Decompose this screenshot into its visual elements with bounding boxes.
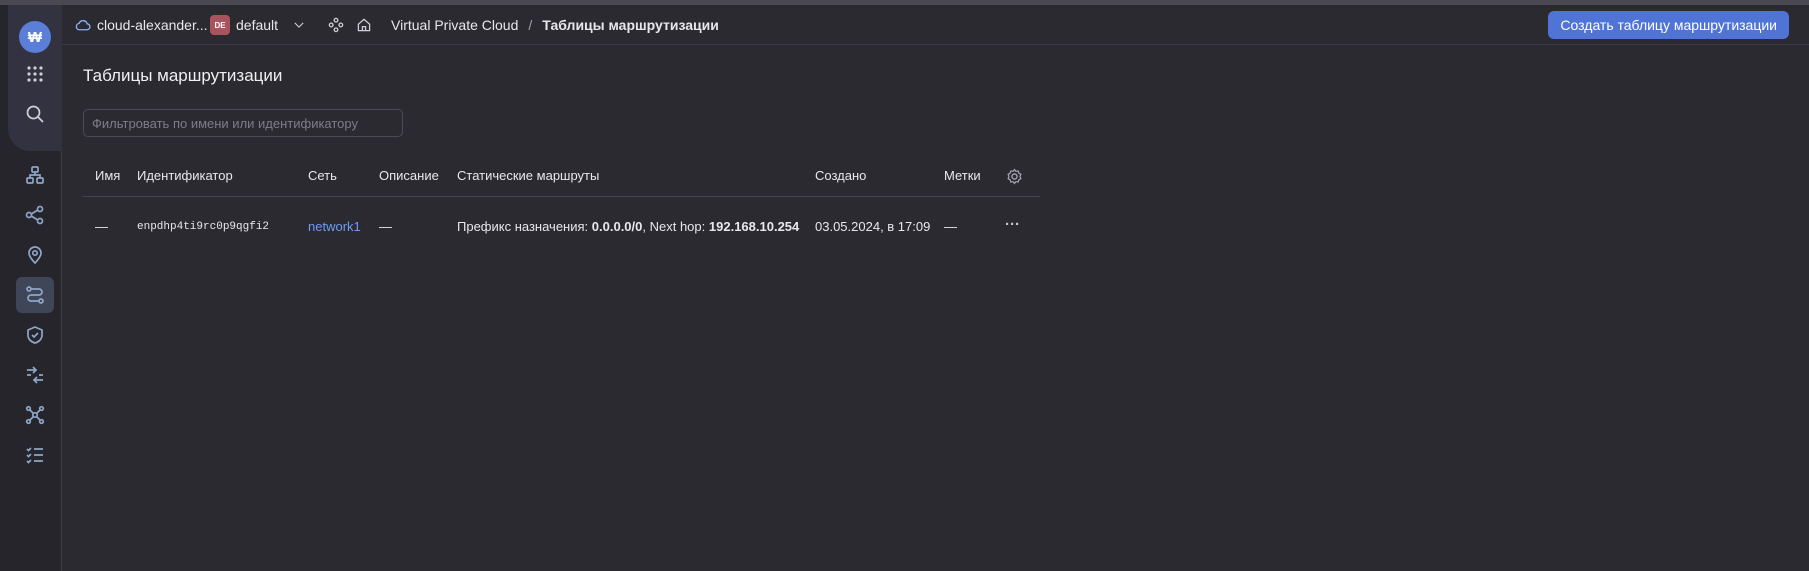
row-id: enpdhp4ti9rc0p9qgfi2 [137,221,270,233]
row-static-routes: Префикс назначения: 0.0.0.0/0, Next hop:… [457,219,799,234]
breadcrumb-separator: / [528,17,533,33]
checklist-icon[interactable] [16,437,54,473]
security-icon[interactable] [16,317,54,353]
route-prefix: 0.0.0.0/0 [591,219,643,234]
transit-icon[interactable] [16,357,54,393]
breadcrumb-current: Таблицы маршрутизации [542,17,719,33]
filter-input[interactable] [83,109,403,137]
row-description: — [379,219,392,234]
routes-icon[interactable] [16,277,54,313]
header: cloud-alexander... DE default Virtual Pr… [62,5,1809,45]
logo-icon[interactable]: ₩ [19,21,51,53]
search-icon[interactable] [16,96,54,132]
breadcrumb: Virtual Private Cloud / Таблицы маршрути… [391,5,719,45]
row-name: — [95,219,108,234]
column-header-id: Идентификатор [137,168,233,183]
column-header-description: Описание [379,168,439,183]
breadcrumb-service[interactable]: Virtual Private Cloud [391,17,518,33]
network-icon[interactable] [16,157,54,193]
home-icon[interactable] [356,5,372,45]
column-header-network: Сеть [308,168,337,183]
create-route-table-button[interactable]: Создать таблицу маршрутизации [1548,11,1789,39]
folder-selector[interactable]: DE default [210,5,306,45]
row-network-link[interactable]: network1 [308,219,361,234]
graph-icon[interactable] [16,397,54,433]
chevron-down-icon [294,22,304,28]
folder-name: default [236,17,279,33]
column-header-created: Создано [815,168,867,183]
table-header-divider [83,196,1040,197]
services-icon[interactable] [328,5,344,45]
row-actions-menu-icon[interactable]: ··· [1005,216,1020,233]
page-title: Таблицы маршрутизации [83,66,283,85]
column-header-name: Имя [95,168,121,183]
route-hop: 192.168.10.254 [708,219,800,234]
table-settings-icon[interactable] [1006,168,1023,185]
route-hop-label: , Next hop: [642,219,706,234]
sidebar: ₩ [0,5,62,571]
apps-icon[interactable] [16,56,54,92]
folder-badge: DE [210,15,230,35]
cloud-name: cloud-alexander... [97,17,208,33]
row-created: 03.05.2024, в 17:09 [815,219,931,234]
connections-icon[interactable] [16,197,54,233]
row-labels: — [944,219,957,234]
column-header-labels: Метки [944,168,981,183]
route-prefix-label: Префикс назначения: [457,219,589,234]
cloud-selector[interactable]: cloud-alexander... [74,5,208,45]
cloud-icon [75,19,91,30]
location-icon[interactable] [16,237,54,273]
column-header-static-routes: Статические маршруты [457,168,600,183]
